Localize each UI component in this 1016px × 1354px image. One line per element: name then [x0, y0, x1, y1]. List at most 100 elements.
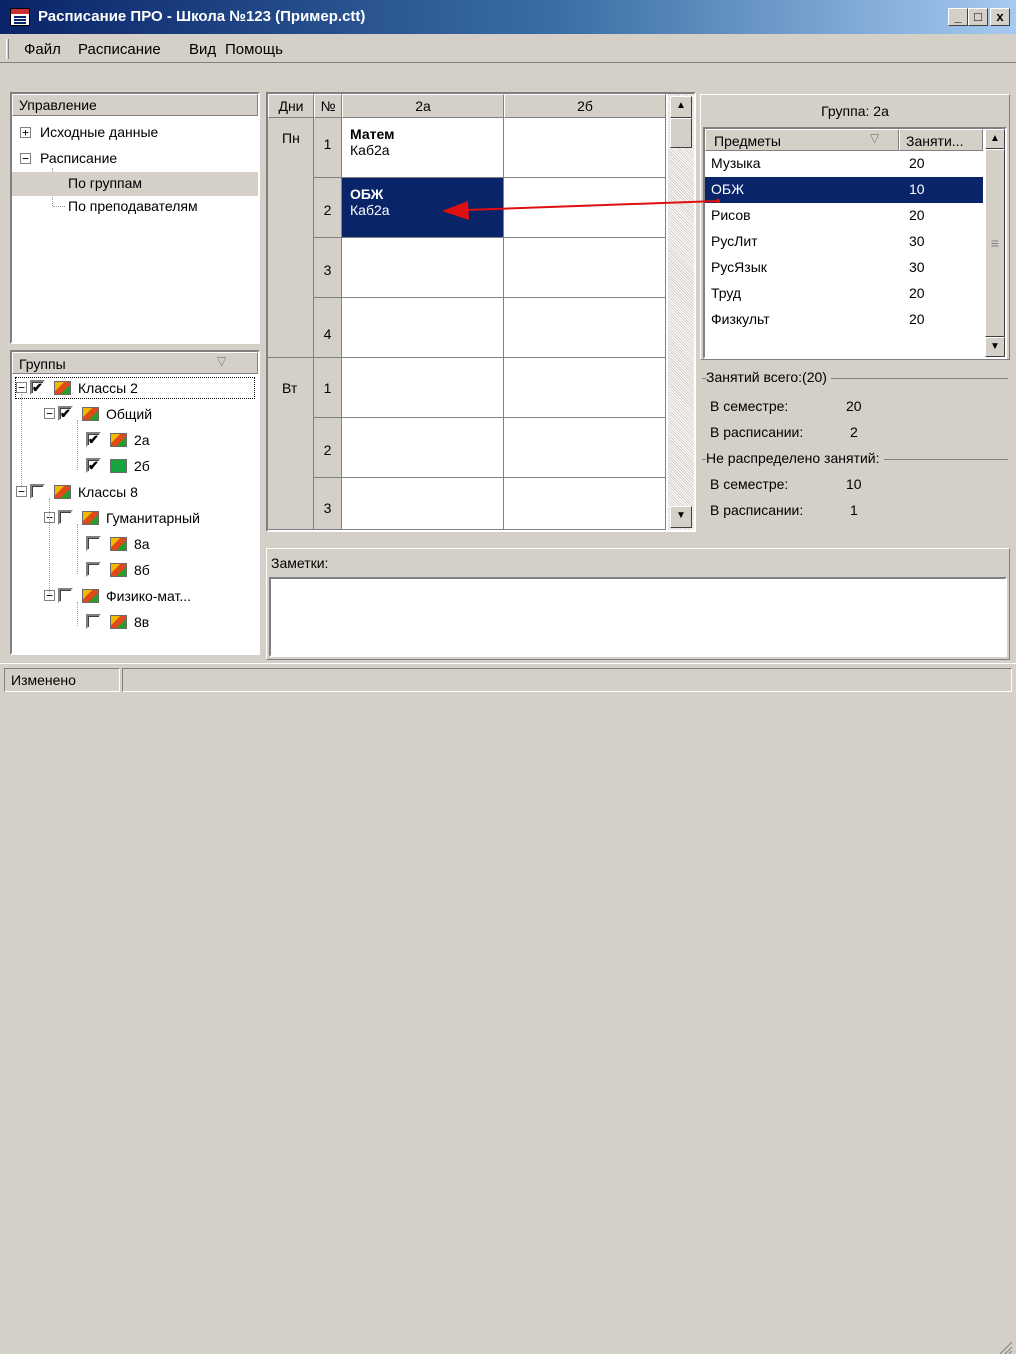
- lesson-cell[interactable]: [504, 358, 666, 418]
- subject-name: РусЛит: [711, 233, 758, 249]
- group-checkbox[interactable]: ✔: [86, 432, 101, 447]
- menu-schedule[interactable]: Расписание: [78, 41, 161, 58]
- subject-row[interactable]: РусЛит 30: [705, 229, 983, 255]
- lesson-cell[interactable]: [342, 478, 504, 530]
- lesson-cell[interactable]: [342, 298, 504, 358]
- stats-un-semester-value: 10: [846, 476, 862, 492]
- lesson-subject: ОБЖ: [350, 186, 384, 202]
- col-header-lessons[interactable]: Заняти...: [899, 129, 983, 151]
- group-label: 8а: [134, 536, 150, 552]
- status-text: Изменено: [4, 668, 120, 692]
- notes-input[interactable]: [269, 577, 1007, 657]
- scroll-up-button[interactable]: ▲: [670, 96, 692, 118]
- group-panel-title: Группа: 2а: [821, 103, 889, 119]
- grid-scrollbar[interactable]: ▲ ▼: [668, 94, 694, 530]
- group-icon: [82, 589, 99, 603]
- subject-row[interactable]: РусЯзык 30: [705, 255, 983, 281]
- lesson-cell-selected[interactable]: ОБЖ Каб2а: [342, 178, 504, 238]
- lesson-cell[interactable]: Матем Каб2а: [342, 118, 504, 178]
- subject-count: 20: [909, 311, 925, 327]
- app-icon[interactable]: [10, 8, 30, 26]
- lesson-num: 3: [314, 238, 342, 298]
- lesson-cell[interactable]: [504, 298, 666, 358]
- sort-icon[interactable]: ▽: [870, 131, 879, 145]
- nav-item-by-groups[interactable]: По группам: [12, 172, 258, 196]
- group-label: 8б: [134, 562, 150, 578]
- subject-name: ОБЖ: [711, 181, 745, 197]
- group-checkbox[interactable]: [86, 614, 101, 629]
- col-header-2a[interactable]: 2а: [342, 94, 504, 118]
- col-header-subjects[interactable]: Предметы ▽: [705, 129, 899, 151]
- lesson-cell[interactable]: [504, 238, 666, 298]
- subject-row[interactable]: Физкульт 20: [705, 307, 983, 333]
- nav-item-source-data[interactable]: Исходные данные: [40, 124, 158, 140]
- lesson-cell[interactable]: [504, 478, 666, 530]
- nav-expander-source[interactable]: +: [20, 127, 31, 138]
- maximize-button[interactable]: □: [968, 8, 988, 26]
- col-header-2b[interactable]: 2б: [504, 94, 666, 118]
- resize-grip-icon[interactable]: [996, 1340, 1012, 1354]
- stats-un-scheduled-value: 1: [850, 502, 858, 518]
- lesson-cell[interactable]: [342, 418, 504, 478]
- subject-row[interactable]: Рисов 20: [705, 203, 983, 229]
- subject-row-selected[interactable]: ОБЖ 10: [705, 177, 983, 203]
- stats-scheduled-label: В расписании:: [710, 424, 804, 440]
- scroll-down-button[interactable]: ▼: [985, 337, 1005, 357]
- group-checkbox[interactable]: ✔: [58, 406, 73, 421]
- sort-icon[interactable]: ▽: [217, 354, 226, 368]
- group-checkbox[interactable]: [58, 510, 73, 525]
- lesson-num: 2: [314, 178, 342, 238]
- group-checkbox[interactable]: [86, 562, 101, 577]
- lesson-num: 1: [314, 118, 342, 178]
- subject-row[interactable]: Труд 20: [705, 281, 983, 307]
- menu-file[interactable]: Файл: [24, 41, 61, 58]
- tree-line: [21, 394, 22, 486]
- group-label: 2б: [134, 458, 150, 474]
- col-header-subjects-label: Предметы: [714, 133, 781, 149]
- subject-name: Рисов: [711, 207, 751, 223]
- subject-name: Музыка: [711, 155, 761, 171]
- nav-item-schedule[interactable]: Расписание: [40, 150, 117, 166]
- group-checkbox[interactable]: [58, 588, 73, 603]
- stats-unassigned-title: Не распределено занятий:: [706, 450, 884, 466]
- minimize-button[interactable]: _: [948, 8, 968, 26]
- lesson-cell[interactable]: [504, 118, 666, 178]
- subject-name: Труд: [711, 285, 742, 301]
- group-label: 8в: [134, 614, 150, 630]
- group-checkbox[interactable]: ✔: [86, 458, 101, 473]
- subject-count: 20: [909, 285, 925, 301]
- menu-help[interactable]: Помощь: [225, 41, 283, 58]
- lesson-room: Каб2а: [350, 142, 390, 158]
- scroll-up-button[interactable]: ▲: [985, 129, 1005, 149]
- stats-total-value: (20): [802, 369, 827, 385]
- nav-item-by-teachers[interactable]: По преподавателям: [68, 198, 198, 214]
- group-checkbox[interactable]: [30, 484, 45, 499]
- group-checkbox[interactable]: ✔: [30, 380, 45, 395]
- lesson-cell[interactable]: [504, 418, 666, 478]
- tree-line: [77, 420, 78, 470]
- nav-expander-schedule[interactable]: −: [20, 153, 31, 164]
- close-button[interactable]: x: [990, 8, 1010, 26]
- menu-view[interactable]: Вид: [189, 41, 216, 58]
- subject-count: 30: [909, 259, 925, 275]
- lesson-cell[interactable]: [504, 178, 666, 238]
- list-scrollbar[interactable]: ▲ ≡ ▼: [985, 129, 1005, 357]
- col-header-num: №: [314, 94, 342, 118]
- lesson-cell[interactable]: [342, 238, 504, 298]
- scroll-thumb[interactable]: ≡: [985, 149, 1005, 337]
- subject-row[interactable]: Музыка 20: [705, 151, 983, 177]
- group-checkbox[interactable]: [86, 536, 101, 551]
- lesson-num: 3: [314, 478, 342, 530]
- group-icon: [82, 407, 99, 421]
- group-expander[interactable]: −: [44, 408, 55, 419]
- group-expander[interactable]: −: [16, 382, 27, 393]
- lesson-cell[interactable]: [342, 358, 504, 418]
- group-expander[interactable]: −: [16, 486, 27, 497]
- tree-line: [49, 498, 50, 594]
- lesson-subject: Матем: [350, 126, 395, 142]
- scroll-thumb[interactable]: [670, 118, 692, 148]
- tree-line: [77, 524, 78, 574]
- groups-header-label: Группы: [19, 356, 66, 372]
- notes-label: Заметки:: [271, 555, 329, 571]
- scroll-down-button[interactable]: ▼: [670, 506, 692, 528]
